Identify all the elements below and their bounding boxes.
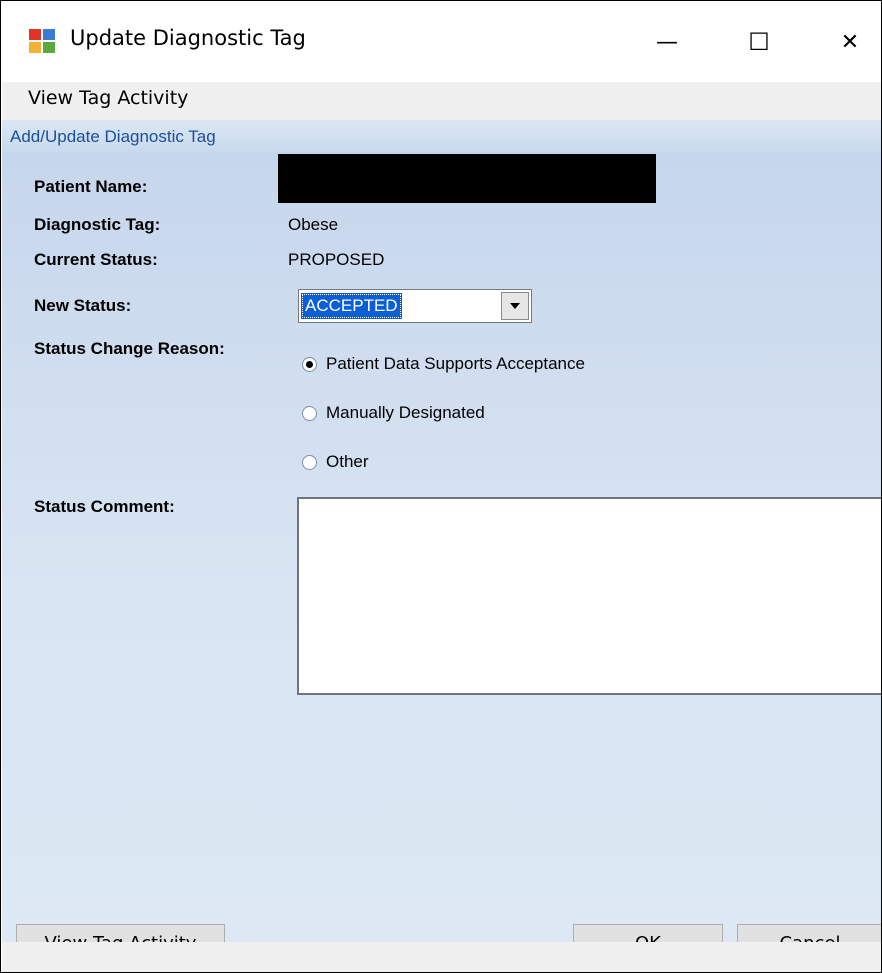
- app-window-icon: [29, 29, 55, 53]
- reason-option-label: Other: [326, 452, 369, 471]
- diagnostic-tag-value: Obese: [288, 215, 339, 234]
- radio-dot-icon: [306, 360, 313, 368]
- maximize-button[interactable]: ☐: [714, 2, 804, 82]
- maximize-icon: ☐: [748, 28, 770, 56]
- update-diagnostic-tag-window: Update Diagnostic Tag — ☐ ✕ View Tag Act…: [0, 0, 882, 973]
- new-status-selected-value: ACCEPTED: [301, 293, 402, 319]
- reason-option-patient-data[interactable]: Patient Data Supports Acceptance: [302, 354, 585, 374]
- current-status-label: Current Status:: [34, 250, 158, 269]
- status-strip: [2, 942, 881, 972]
- close-button[interactable]: ✕: [805, 2, 881, 82]
- minimize-button[interactable]: —: [622, 2, 712, 82]
- patient-name-label: Patient Name:: [34, 177, 148, 196]
- radio-button[interactable]: [302, 454, 317, 470]
- chevron-down-icon: [510, 303, 520, 309]
- current-status-value: PROPOSED: [288, 250, 385, 269]
- status-comment-textarea[interactable]: [297, 497, 881, 695]
- window-title: Update Diagnostic Tag: [70, 26, 306, 50]
- reason-option-label: Manually Designated: [326, 403, 485, 422]
- menu-view-tag-activity[interactable]: View Tag Activity: [28, 87, 188, 109]
- new-status-label: New Status:: [34, 296, 132, 315]
- status-comment-label: Status Comment:: [34, 497, 175, 516]
- reason-option-manually-designated[interactable]: Manually Designated: [302, 403, 485, 423]
- radio-button-checked[interactable]: [302, 356, 317, 372]
- diagnostic-tag-label: Diagnostic Tag:: [34, 215, 161, 234]
- minimize-icon: —: [656, 29, 678, 55]
- radio-button[interactable]: [302, 405, 317, 421]
- patient-name-redacted: [278, 154, 656, 203]
- reason-option-other[interactable]: Other: [302, 452, 369, 472]
- new-status-select[interactable]: ACCEPTED: [298, 289, 532, 323]
- new-status-dropdown-button[interactable]: [501, 292, 529, 320]
- close-icon: ✕: [840, 29, 860, 55]
- title-bar: Update Diagnostic Tag — ☐ ✕: [2, 2, 881, 82]
- status-change-reason-label: Status Change Reason:: [34, 339, 225, 358]
- section-header: Add/Update Diagnostic Tag: [2, 120, 881, 152]
- reason-option-label: Patient Data Supports Acceptance: [326, 354, 585, 373]
- form-panel: Patient Name: Diagnostic Tag: Obese Curr…: [2, 152, 881, 962]
- menu-bar: View Tag Activity: [2, 82, 881, 120]
